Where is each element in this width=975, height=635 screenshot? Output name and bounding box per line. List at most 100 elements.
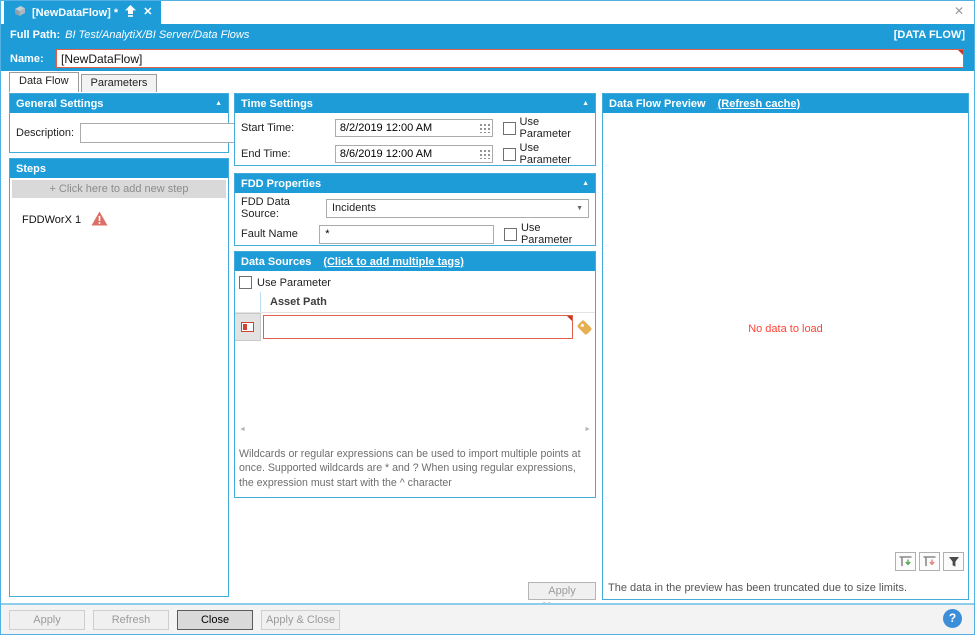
general-settings-panel: General Settings ▲ Description: xyxy=(9,93,268,153)
fault-use-parameter-checkbox[interactable] xyxy=(503,227,517,241)
help-icon[interactable]: ? xyxy=(943,609,962,628)
asset-path-input[interactable] xyxy=(263,315,573,339)
dataflow-cube-icon xyxy=(13,5,26,20)
name-input-wrap xyxy=(56,49,964,68)
end-time-input[interactable] xyxy=(334,145,493,163)
start-time-label: Start Time: xyxy=(241,122,295,134)
step-item-label: FDDWorX 1 xyxy=(22,214,82,226)
time-settings-header[interactable]: Time Settings ▲ xyxy=(235,94,595,113)
date-picker-icon[interactable] xyxy=(478,123,490,133)
steps-panel: Steps + Click here to add new step FDDWo… xyxy=(9,158,229,597)
window-close-icon[interactable]: ✕ xyxy=(954,5,964,17)
refresh-cache-link[interactable]: (Refresh cache) xyxy=(718,98,801,110)
full-path-value: BI Test/AnalytiX/BI Server/Data Flows xyxy=(65,29,250,41)
steps-title: Steps xyxy=(16,162,46,175)
start-time-input[interactable] xyxy=(334,119,493,137)
apply-button[interactable]: Apply xyxy=(9,610,85,630)
collapse-icon[interactable]: ▲ xyxy=(215,100,222,107)
name-label: Name: xyxy=(10,52,44,65)
titlebar: [NewDataFlow] * ✕ ✕ xyxy=(1,1,974,24)
truncated-message: The data in the preview has been truncat… xyxy=(608,582,908,594)
type-badge: [DATA FLOW] xyxy=(893,29,965,41)
row-selector-column xyxy=(235,292,261,312)
fdd-properties-header[interactable]: FDD Properties ▲ xyxy=(235,174,595,193)
tab-close-icon[interactable]: ✕ xyxy=(143,7,152,18)
chevron-down-icon: ▼ xyxy=(576,204,583,212)
fault-name-row: Fault Name Use Parameter xyxy=(235,222,595,246)
preview-title: Data Flow Preview xyxy=(609,97,706,110)
apply-and-close-button[interactable]: Apply & Close xyxy=(261,610,340,630)
end-use-parameter-label: Use Parameter xyxy=(519,142,571,166)
filter-button[interactable] xyxy=(943,552,964,571)
fdd-source-dropdown[interactable]: Incidents ▼ xyxy=(326,198,589,218)
fault-use-parameter-label: Use Parameter xyxy=(520,222,573,246)
promote-arrow-icon[interactable] xyxy=(124,4,137,21)
start-time-row: Start Time: Use Parameter xyxy=(235,116,595,140)
step-item-fddworx[interactable]: FDDWorX 1 xyxy=(10,200,228,240)
fdd-source-value: Incidents xyxy=(332,202,377,214)
sources-grid-header: Asset Path xyxy=(235,292,595,313)
document-tab[interactable]: [NewDataFlow] * ✕ xyxy=(4,1,162,24)
sources-use-parameter-row: Use Parameter xyxy=(235,271,595,292)
fault-name-input[interactable] xyxy=(319,224,494,244)
sources-use-parameter-label: Use Parameter xyxy=(257,276,331,289)
full-path-label: Full Path: xyxy=(10,29,61,41)
fault-name-label: Fault Name xyxy=(241,228,298,240)
no-data-message: No data to load xyxy=(748,323,823,335)
asset-path-row xyxy=(235,313,595,341)
tag-browse-button[interactable] xyxy=(573,316,595,338)
scroll-right-icon[interactable]: ► xyxy=(584,426,591,433)
pin-column-right-button[interactable] xyxy=(919,552,940,571)
full-path-bar: Full Path: BI Test/AnalytiX/BI Server/Da… xyxy=(1,24,974,46)
close-button[interactable]: Close xyxy=(177,610,253,630)
footer-bar: Apply Refresh Close Apply & Close ? xyxy=(1,603,974,634)
warning-icon xyxy=(91,211,108,229)
pin-left-green-icon xyxy=(899,556,912,566)
row-edit-icon xyxy=(241,322,254,332)
tab-data-flow[interactable]: Data Flow xyxy=(9,72,79,92)
horizontal-scrollbar[interactable]: ◄ ► xyxy=(237,425,593,435)
apply-changes-button[interactable]: Apply Changes xyxy=(528,582,596,613)
add-multiple-tags-link[interactable]: (Click to add multiple tags) xyxy=(323,256,464,268)
refresh-button[interactable]: Refresh xyxy=(93,610,169,630)
date-picker-icon[interactable] xyxy=(478,149,490,159)
general-settings-title: General Settings xyxy=(16,97,104,110)
start-use-parameter-label: Use Parameter xyxy=(519,116,571,140)
pin-right-red-icon xyxy=(923,556,936,566)
validation-corner-icon xyxy=(567,316,572,321)
fdd-source-label: FDD Data Source: xyxy=(241,196,290,220)
end-use-parameter-checkbox[interactable] xyxy=(502,147,516,161)
general-settings-header[interactable]: General Settings ▲ xyxy=(10,94,228,113)
general-settings-body: Description: xyxy=(10,113,268,153)
pin-column-left-button[interactable] xyxy=(895,552,916,571)
end-time-wrap xyxy=(334,145,493,163)
preview-body: No data to load The data in the preview … xyxy=(603,113,968,599)
time-settings-title: Time Settings xyxy=(241,97,313,110)
add-step-button[interactable]: + Click here to add new step xyxy=(12,180,226,198)
preview-toolbar xyxy=(895,552,964,571)
name-input[interactable] xyxy=(56,49,964,68)
data-flow-preview-panel: Data Flow Preview (Refresh cache) No dat… xyxy=(602,93,969,600)
time-settings-panel: Time Settings ▲ Start Time: Use Paramete… xyxy=(234,93,596,166)
data-sources-title: Data Sources xyxy=(241,255,312,268)
collapse-icon[interactable]: ▲ xyxy=(582,180,589,187)
asset-path-wrap xyxy=(263,315,573,339)
sources-use-parameter-checkbox[interactable] xyxy=(239,276,252,289)
asset-path-column-header: Asset Path xyxy=(270,296,327,308)
scroll-left-icon[interactable]: ◄ xyxy=(239,426,246,433)
data-sources-panel: Data Sources (Click to add multiple tags… xyxy=(234,251,596,498)
fdd-properties-panel: FDD Properties ▲ FDD Data Source: Incide… xyxy=(234,173,596,246)
row-selector-cell[interactable] xyxy=(235,313,261,341)
wildcards-help-text: Wildcards or regular expressions can be … xyxy=(239,448,581,489)
tag-icon xyxy=(576,319,592,335)
start-use-parameter-checkbox[interactable] xyxy=(502,121,516,135)
description-label: Description: xyxy=(16,127,75,139)
end-time-label: End Time: xyxy=(241,148,291,160)
collapse-icon[interactable]: ▲ xyxy=(582,100,589,107)
fault-name-wrap xyxy=(319,224,494,244)
fdd-properties-title: FDD Properties xyxy=(241,177,322,190)
tab-parameters[interactable]: Parameters xyxy=(80,74,158,92)
dataflow-editor-window: [NewDataFlow] * ✕ ✕ Full Path: BI Test/A… xyxy=(0,0,975,635)
end-time-row: End Time: Use Parameter xyxy=(235,142,595,166)
validation-corner-icon xyxy=(958,50,963,55)
